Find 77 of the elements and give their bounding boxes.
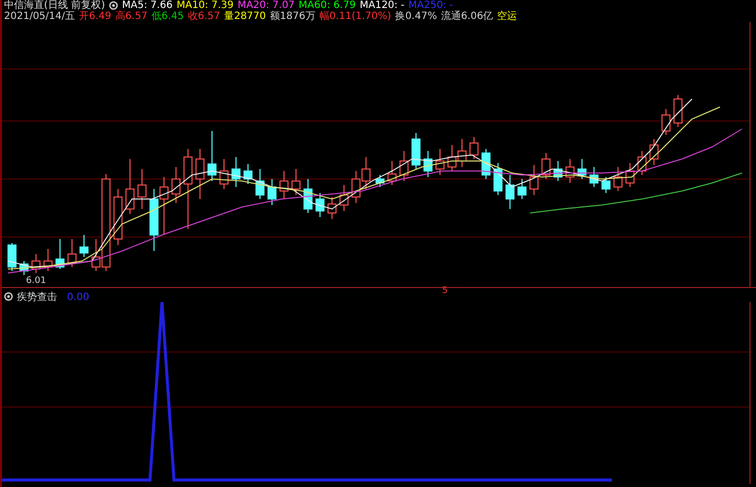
candlestick	[280, 170, 288, 200]
candlestick	[244, 164, 252, 184]
candlestick	[650, 138, 658, 166]
candlestick	[412, 132, 420, 170]
quote-value: 高6.57	[115, 11, 148, 22]
candlestick	[400, 150, 408, 182]
candlestick	[126, 158, 134, 214]
quote-value: 空运	[497, 11, 518, 22]
indicator-title: 疾势查击	[17, 292, 57, 302]
candlestick	[458, 138, 466, 168]
candlestick	[340, 184, 348, 212]
ma-value: MA10: 7.39	[176, 0, 234, 11]
candlestick	[268, 178, 276, 206]
candlestick	[44, 248, 52, 272]
candlestick	[160, 176, 168, 236]
candlestick	[566, 158, 574, 184]
candlestick	[506, 174, 514, 210]
quote-value: 换0.47%	[395, 11, 437, 22]
candlestick	[328, 196, 336, 220]
candlestick	[114, 188, 122, 246]
quote-value: 收6.57	[188, 11, 220, 22]
candlestick	[232, 156, 240, 188]
candlestick	[304, 178, 312, 214]
candlestick	[554, 160, 562, 182]
candlestick	[220, 158, 228, 190]
candlestick	[172, 166, 180, 204]
candlestick	[470, 136, 478, 160]
candlestick	[80, 234, 88, 258]
candlestick	[436, 148, 444, 176]
candlestick	[424, 150, 432, 178]
candlestick	[8, 242, 16, 272]
candlestick	[138, 168, 146, 210]
quote-value: 开6.49	[79, 11, 112, 22]
gear-icon[interactable]	[4, 292, 13, 300]
candlestick	[68, 238, 76, 268]
ma-value: MA20: 7.07	[238, 0, 295, 11]
candlestick	[32, 254, 40, 274]
candlestick	[578, 158, 586, 180]
candlestick	[388, 160, 396, 186]
marker-label: 5	[442, 286, 448, 297]
candlestick	[626, 162, 634, 188]
candlestick	[542, 152, 550, 180]
stock-title: 中信海直(日线 前复权)	[4, 0, 105, 11]
candlestick	[256, 168, 264, 200]
candlestick	[494, 162, 502, 196]
candlestick	[292, 168, 300, 196]
candlestick	[448, 144, 456, 172]
ma-value: MA120: -	[360, 0, 404, 11]
quote-value: 流通6.06亿	[440, 11, 494, 22]
candlestick	[20, 260, 28, 276]
candlestick	[352, 170, 360, 204]
candlestick	[362, 156, 370, 190]
candlestick	[602, 176, 610, 194]
ma-value: MA5: 7.66	[122, 0, 173, 11]
candlestick	[150, 188, 158, 252]
candlestick	[674, 94, 682, 128]
candlestick	[638, 150, 646, 176]
candlestick	[316, 192, 324, 218]
quote-value: 额1876万	[270, 11, 316, 22]
candlestick	[208, 130, 216, 182]
ma-value: MA250: -	[408, 0, 454, 11]
candlestick	[56, 238, 64, 270]
quote-value: 2021/05/14/五	[4, 11, 76, 22]
candlestick	[196, 148, 204, 200]
candlestick	[590, 166, 598, 188]
indicator-value: 0.00	[67, 292, 90, 302]
quote-value: 量28770	[224, 11, 266, 22]
quote-value: 低6.45	[152, 11, 184, 22]
quote-value: 幅0.11(1.70%)	[319, 11, 392, 22]
ma-value: MA60: 6.79	[298, 0, 356, 11]
low-price-label: 6.01	[26, 276, 46, 286]
candlestick	[662, 108, 670, 136]
candlestick	[530, 164, 538, 196]
candlestick	[376, 174, 384, 188]
gear-icon[interactable]	[108, 1, 118, 10]
candlestick	[518, 178, 526, 200]
candlestick	[614, 166, 622, 192]
